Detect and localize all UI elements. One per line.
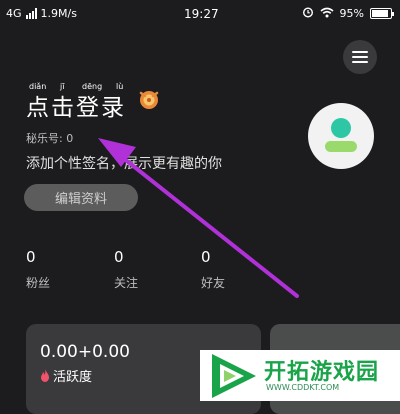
watermark-title: 开拓游戏园 (264, 360, 380, 385)
stat-friends[interactable]: 0 好友 (201, 248, 225, 291)
default-avatar-icon (325, 118, 357, 152)
battery-percent: 95% (339, 7, 364, 20)
stat-value: 0 (114, 248, 124, 266)
watermark: 开拓游戏园 WWW.CDDKT.COM (200, 350, 400, 401)
status-right: 95% (302, 6, 394, 21)
network-type: 4G (6, 7, 22, 20)
stat-label: 粉丝 (26, 276, 51, 290)
network-speed: 1.9M/s (40, 7, 77, 20)
menu-button[interactable] (343, 40, 377, 74)
signal-icon (25, 8, 37, 19)
bio-text[interactable]: 添加个性签名，展示更有趣的你 (26, 153, 222, 173)
stat-label: 好友 (201, 276, 226, 290)
flame-icon (41, 369, 49, 382)
status-left: 4G 1.9M/s (6, 7, 77, 20)
activity-label: 活跃度 (53, 370, 93, 385)
activity-label-row: 活跃度 (40, 366, 92, 385)
wifi-icon (320, 7, 334, 21)
stat-value: 0 (26, 248, 36, 266)
battery-icon (370, 8, 394, 19)
stat-value: 0 (201, 248, 211, 266)
avatar[interactable] (308, 103, 374, 169)
status-time: 19:27 (184, 7, 219, 21)
level-badge-icon (139, 91, 159, 109)
edit-profile-button[interactable]: 编辑资料 (24, 184, 138, 211)
login-title[interactable]: 点击登录 (26, 88, 126, 122)
account-id: 秘乐号: 0 (26, 132, 74, 145)
stat-followers[interactable]: 0 粉丝 (26, 248, 50, 291)
stat-label: 关注 (114, 276, 139, 290)
hamburger-icon (352, 51, 368, 63)
watermark-url: WWW.CDDKT.COM (266, 383, 340, 392)
stat-following[interactable]: 0 关注 (114, 248, 138, 291)
status-bar: 4G 1.9M/s 19:27 95% (0, 0, 400, 30)
activity-value: 0.00+0.00 (40, 342, 130, 362)
alarm-icon (302, 6, 314, 21)
watermark-logo-icon (212, 354, 256, 398)
